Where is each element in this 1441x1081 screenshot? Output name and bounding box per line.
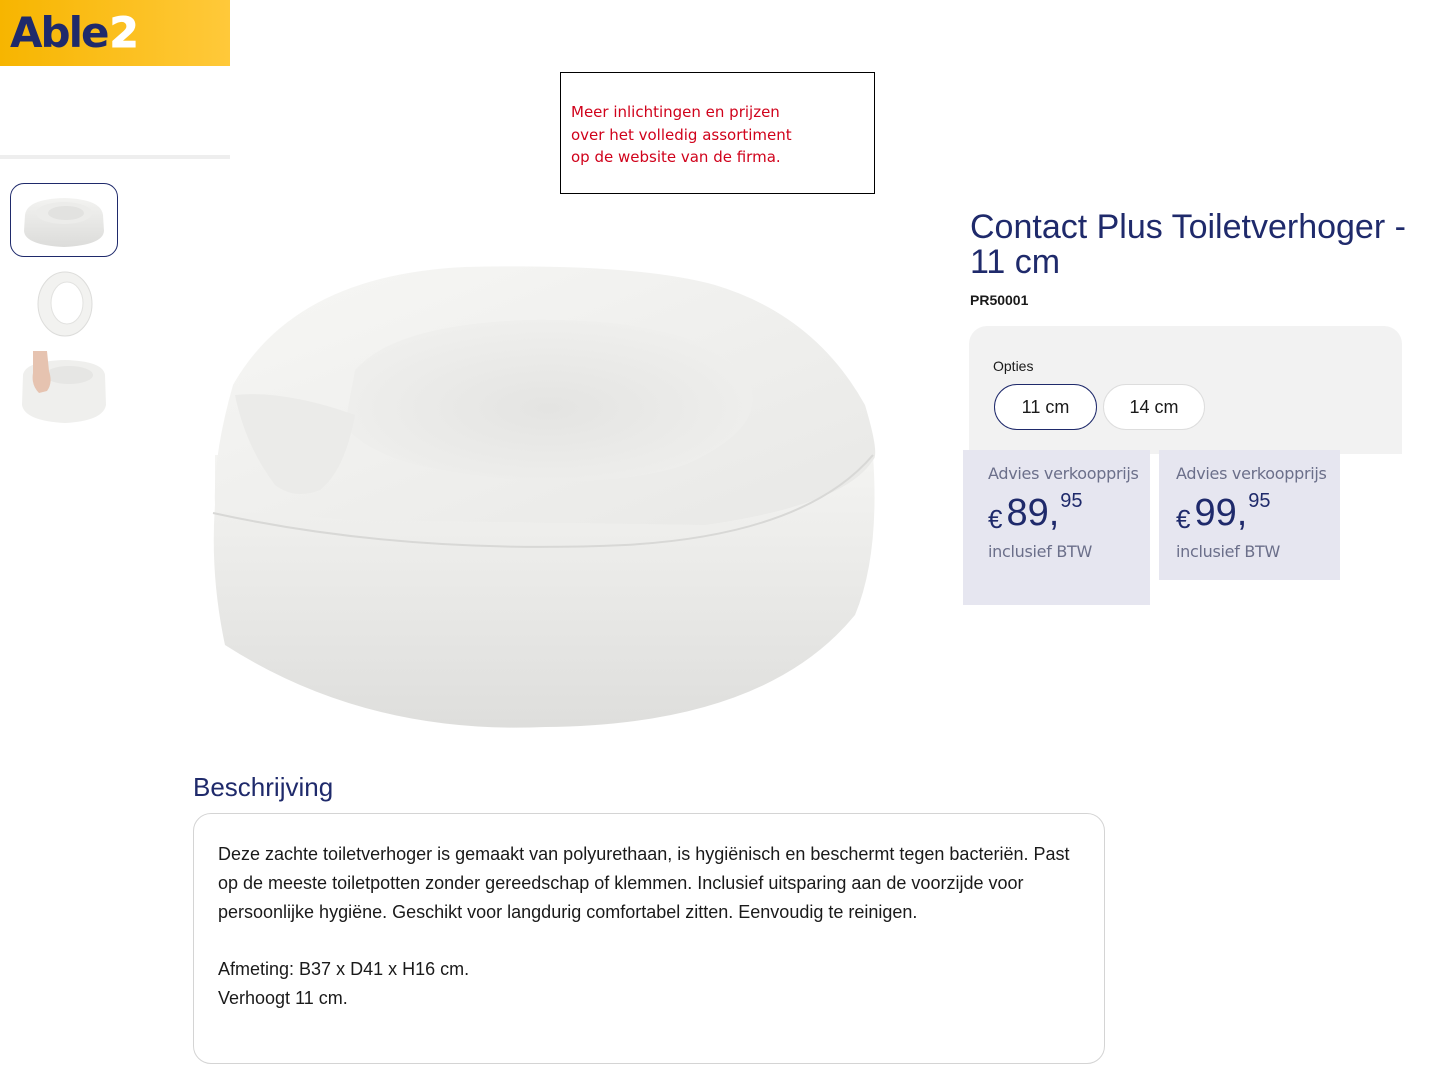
- thumbnail-gallery: [10, 183, 118, 435]
- thumbnail-top[interactable]: [10, 267, 118, 341]
- toilet-seat-hand-thumbnail-image: [22, 351, 106, 423]
- description-paragraph: Deze zachte toiletverhoger is gemaakt va…: [218, 844, 1070, 922]
- price-cents: 95: [1248, 490, 1271, 512]
- notice-line: Meer inlichtingen en prijzen: [571, 103, 780, 121]
- price-vat-note: inclusief BTW: [988, 542, 1092, 561]
- price-value: €89,95: [988, 491, 1150, 532]
- product-main-image: [212, 266, 876, 728]
- description-box: Deze zachte toiletverhoger is gemaakt va…: [193, 813, 1105, 1064]
- notice-line: over het volledig assortiment: [571, 125, 792, 144]
- price-integer: 89,: [1006, 492, 1060, 534]
- price-currency: €: [1176, 504, 1191, 534]
- price-currency: €: [988, 504, 1003, 534]
- price-label: Advies verkoopprijs: [1176, 464, 1327, 483]
- description-height-note: Verhoogt 11 cm.: [218, 987, 348, 1008]
- options-label: Opties: [993, 358, 1034, 374]
- option-14cm-button[interactable]: 14 cm: [1103, 384, 1205, 430]
- option-11cm-button[interactable]: 11 cm: [994, 384, 1097, 430]
- toilet-seat-top-thumbnail-image: [37, 271, 93, 337]
- thumbnail-hand[interactable]: [10, 351, 118, 425]
- price-card: Advies verkoopprijs €99,95 inclusief BTW: [1159, 450, 1340, 580]
- product-title: Contact Plus Toiletverhoger - 11 cm: [970, 208, 1406, 281]
- price-vat-note: inclusief BTW: [1176, 542, 1280, 561]
- logo-wordmark: Able2: [10, 8, 139, 57]
- header-divider: [0, 155, 230, 159]
- brand-logo[interactable]: Able2: [0, 0, 230, 66]
- notice-line: op de website van de firma.: [571, 148, 781, 166]
- options-panel: Opties 11 cm 14 cm: [969, 326, 1402, 454]
- thumbnail-front[interactable]: [10, 183, 118, 257]
- product-sku: PR50001: [970, 292, 1029, 308]
- price-integer: 99,: [1194, 492, 1248, 534]
- description-heading: Beschrijving: [193, 772, 334, 802]
- info-notice-box: Meer inlichtingen en prijzen over het vo…: [560, 72, 875, 194]
- toilet-seat-thumbnail-image: [24, 198, 104, 247]
- price-value: €99,95: [1176, 491, 1340, 532]
- description-dimensions: Afmeting: B37 x D41 x H16 cm.: [218, 959, 470, 980]
- price-card: Advies verkoopprijs €89,95 inclusief BTW: [963, 450, 1150, 605]
- price-cents: 95: [1060, 490, 1083, 512]
- price-label: Advies verkoopprijs: [988, 464, 1139, 483]
